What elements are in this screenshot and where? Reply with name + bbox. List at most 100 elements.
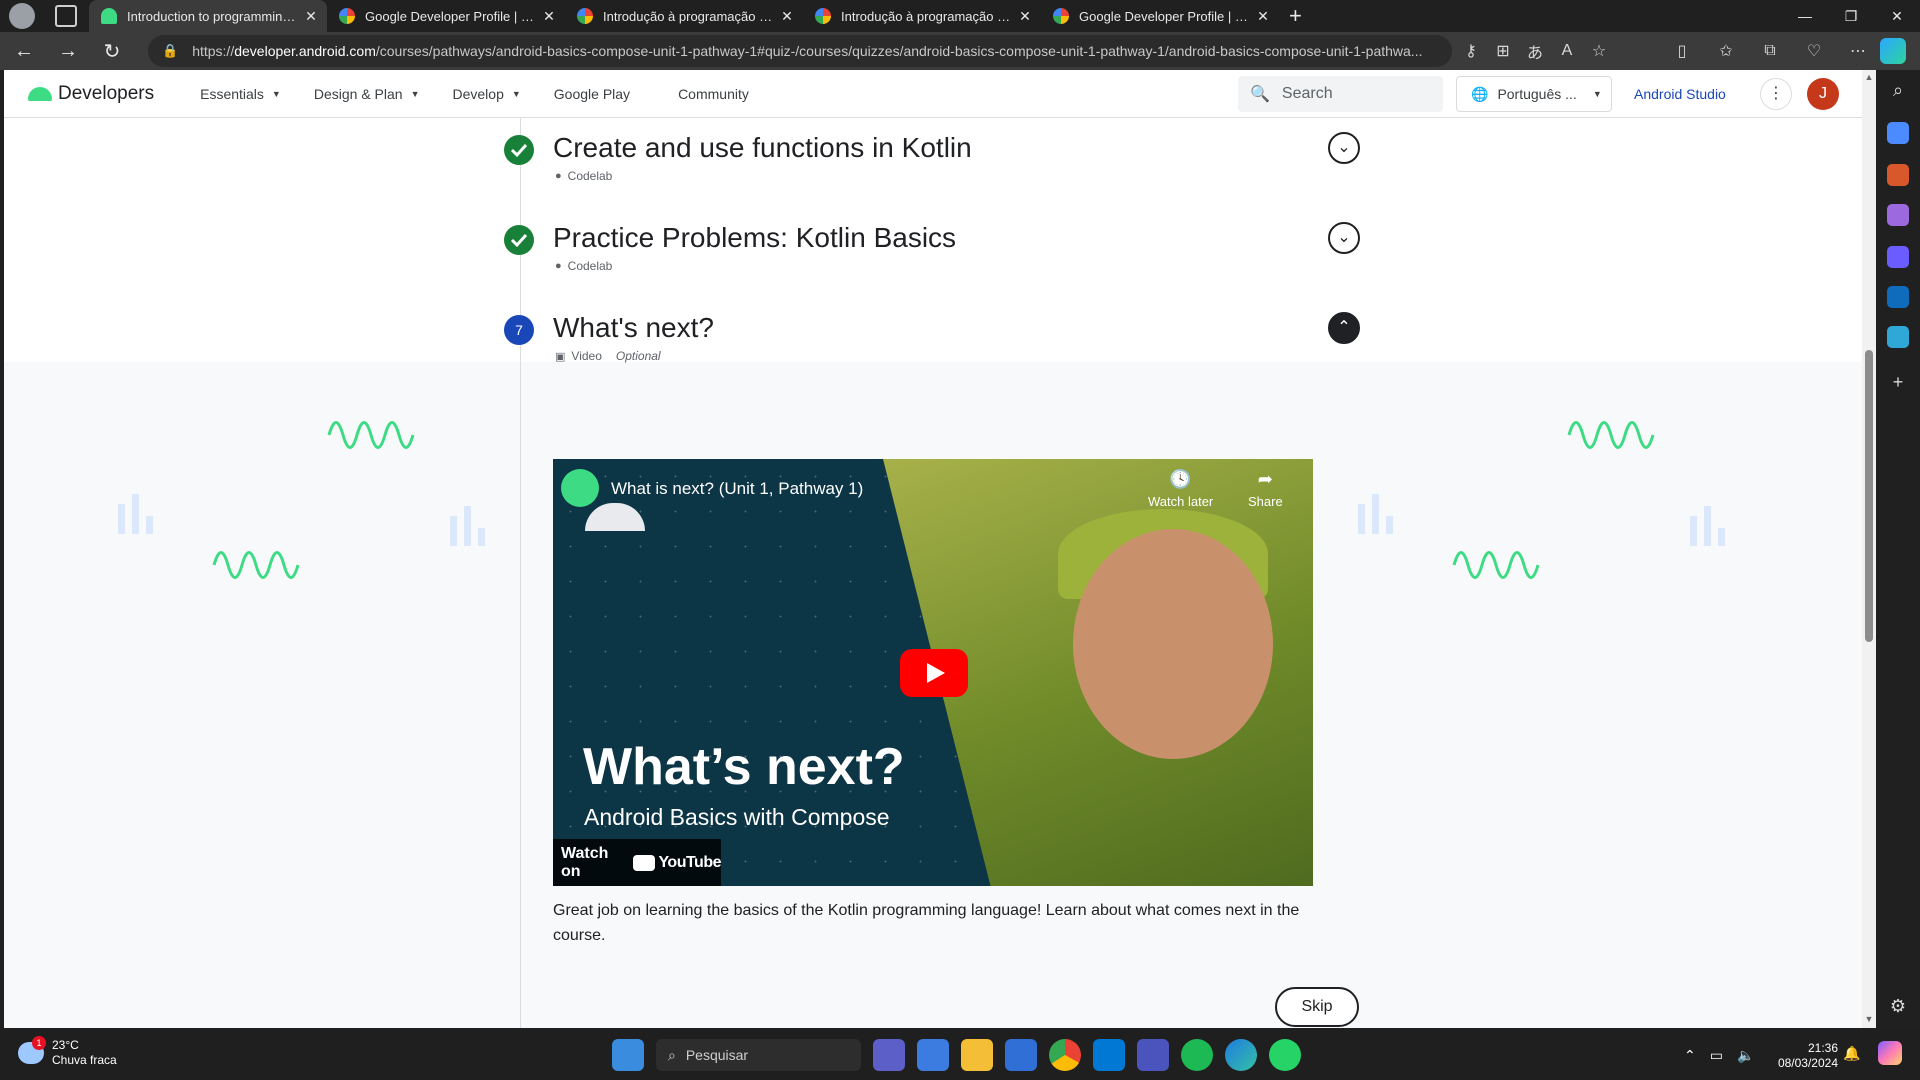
youtube-logo: YouTube: [633, 854, 721, 872]
weather-condition: Chuva fraca: [52, 1053, 117, 1067]
user-avatar[interactable]: J: [1807, 78, 1839, 110]
browser-tab-3[interactable]: Introdução à programação em Kotlin ✕: [565, 0, 803, 32]
time: 21:36: [1807, 1041, 1838, 1055]
teams-meet-icon[interactable]: [873, 1039, 905, 1071]
sidebar-search-icon[interactable]: ⌕: [1876, 80, 1920, 101]
watch-later-button[interactable]: 🕓 Watch later: [1148, 469, 1213, 509]
nav-develop[interactable]: Develop ▼: [452, 86, 520, 102]
network-icon[interactable]: ▭: [1710, 1047, 1723, 1064]
browser-tab-4[interactable]: Introdução à programação em Kotlin ✕: [803, 0, 1041, 32]
spotify-icon[interactable]: [1181, 1039, 1213, 1071]
nav-google-play[interactable]: Google Play: [554, 86, 630, 102]
video-title[interactable]: What is next? (Unit 1, Pathway 1): [611, 479, 863, 499]
scroll-down-icon[interactable]: ▼: [1864, 1014, 1874, 1024]
sidebar-add-icon[interactable]: +: [1876, 372, 1920, 393]
watch-on-youtube-button[interactable]: Watch on YouTube: [553, 839, 721, 886]
copilot-taskbar-icon[interactable]: [1878, 1041, 1902, 1065]
more-options-icon[interactable]: ⋮: [1760, 78, 1792, 110]
favorite-star-icon[interactable]: ☆: [1583, 41, 1615, 61]
language-selector[interactable]: 🌐 Português ... ▼: [1456, 76, 1612, 112]
lock-icon[interactable]: 🔒: [162, 43, 178, 59]
taskbar-clock[interactable]: 21:36 08/03/2024: [1776, 1041, 1838, 1071]
show-hidden-icons-icon[interactable]: ⌃: [1684, 1047, 1696, 1064]
app-store-icon[interactable]: [917, 1039, 949, 1071]
caret-down-icon: ▼: [410, 88, 420, 99]
back-icon[interactable]: ←: [4, 35, 44, 67]
sidebar-drop-icon[interactable]: [1887, 326, 1909, 348]
split-screen-icon[interactable]: ▯: [1660, 41, 1704, 61]
step-title[interactable]: What's next?: [553, 312, 714, 344]
copilot-icon[interactable]: [1880, 38, 1906, 64]
address-bar[interactable]: 🔒 https://developer.android.com/courses/…: [148, 35, 1452, 67]
channel-avatar[interactable]: [561, 469, 599, 507]
scrollbar-thumb[interactable]: [1865, 350, 1873, 642]
developers-logo[interactable]: Developers: [28, 83, 154, 105]
more-menu-icon[interactable]: ⋯: [1836, 41, 1880, 61]
step-title[interactable]: Practice Problems: Kotlin Basics: [553, 222, 956, 254]
site-search-input[interactable]: 🔍 Search: [1238, 76, 1443, 112]
tab-close-icon[interactable]: ✕: [1017, 8, 1033, 25]
sidebar-settings-icon[interactable]: ⚙: [1876, 996, 1920, 1017]
browser-profile-icon[interactable]: [9, 3, 35, 29]
expand-toggle-icon[interactable]: ⌄: [1328, 132, 1360, 164]
share-button[interactable]: ➦ Share: [1248, 469, 1283, 509]
vscode-icon[interactable]: [1093, 1039, 1125, 1071]
address-bar-icons: ⚷ ⊞ あ A ☆: [1455, 32, 1615, 70]
translate-icon[interactable]: あ: [1519, 39, 1551, 63]
nav-community[interactable]: Community: [678, 86, 749, 102]
expand-toggle-icon[interactable]: ⌄: [1328, 222, 1360, 254]
codelab-icon: ●: [555, 170, 562, 182]
browser-tab-2[interactable]: Google Developer Profile | Google for De…: [327, 0, 565, 32]
decorative-bars-icon: [1358, 494, 1393, 534]
taskbar-search-input[interactable]: ⌕ Pesquisar: [656, 1039, 861, 1071]
tab-close-icon[interactable]: ✕: [1255, 8, 1271, 25]
start-windows-icon[interactable]: [612, 1039, 644, 1071]
nav-design-plan[interactable]: Design & Plan ▼: [314, 86, 420, 102]
apps-icon[interactable]: ⊞: [1487, 41, 1519, 61]
youtube-embed[interactable]: What is next? (Unit 1, Pathway 1) 🕓 Watch…: [553, 459, 1313, 886]
favorites-icon[interactable]: ✩: [1704, 41, 1748, 61]
teams-icon[interactable]: [1137, 1039, 1169, 1071]
sidebar-copilot-icon[interactable]: [1887, 246, 1909, 268]
microsoft-store-icon[interactable]: [1005, 1039, 1037, 1071]
tab-actions-icon[interactable]: [55, 5, 77, 27]
notifications-bell-icon[interactable]: 🔔: [1843, 1045, 1860, 1062]
key-icon[interactable]: ⚷: [1455, 41, 1487, 61]
decorative-bars-icon: [450, 506, 485, 546]
tab-close-icon[interactable]: ✕: [779, 8, 795, 25]
sidebar-tools-icon[interactable]: [1887, 164, 1909, 186]
restore-icon[interactable]: ❐: [1828, 0, 1874, 32]
nav-essentials[interactable]: Essentials ▼: [200, 86, 281, 102]
chrome-icon[interactable]: [1049, 1039, 1081, 1071]
whatsapp-icon[interactable]: [1269, 1039, 1301, 1071]
weather-widget[interactable]: 1 23°C Chuva fraca: [18, 1036, 117, 1068]
android-studio-link[interactable]: Android Studio: [1634, 86, 1726, 102]
minimize-icon[interactable]: —: [1782, 0, 1828, 32]
forward-icon[interactable]: →: [48, 35, 88, 67]
window-close-icon[interactable]: ✕: [1874, 0, 1920, 32]
decorative-bars-icon: [1690, 506, 1725, 546]
sidebar-outlook-icon[interactable]: [1887, 286, 1909, 308]
collapse-toggle-icon[interactable]: ⌃: [1328, 312, 1360, 344]
sidebar-shopping-icon[interactable]: [1887, 122, 1909, 144]
scroll-up-icon[interactable]: ▲: [1864, 72, 1874, 82]
volume-icon[interactable]: 🔈: [1737, 1047, 1754, 1064]
browser-tab-5[interactable]: Google Developer Profile | Google for De…: [1041, 0, 1279, 32]
edge-icon[interactable]: [1225, 1039, 1257, 1071]
sidebar-games-icon[interactable]: [1887, 204, 1909, 226]
step-title[interactable]: Create and use functions in Kotlin: [553, 132, 972, 164]
file-explorer-icon[interactable]: [961, 1039, 993, 1071]
play-button[interactable]: [900, 649, 968, 697]
reload-icon[interactable]: ↻: [92, 35, 132, 67]
collections-icon[interactable]: ⧉: [1748, 42, 1792, 60]
new-tab-icon[interactable]: +: [1289, 3, 1302, 29]
tab-close-icon[interactable]: ✕: [303, 8, 319, 25]
tab-close-icon[interactable]: ✕: [541, 8, 557, 25]
performance-icon[interactable]: ♡: [1792, 41, 1836, 61]
skip-button[interactable]: Skip: [1275, 987, 1359, 1027]
step-meta: ● Codelab: [555, 169, 613, 183]
read-aloud-icon[interactable]: A: [1551, 42, 1583, 60]
browser-tab-1[interactable]: Introduction to programming in Kotlin ✕: [89, 0, 327, 32]
page-scrollbar[interactable]: ▲ ▼: [1862, 70, 1876, 1028]
youtube-play-icon: [633, 854, 656, 871]
